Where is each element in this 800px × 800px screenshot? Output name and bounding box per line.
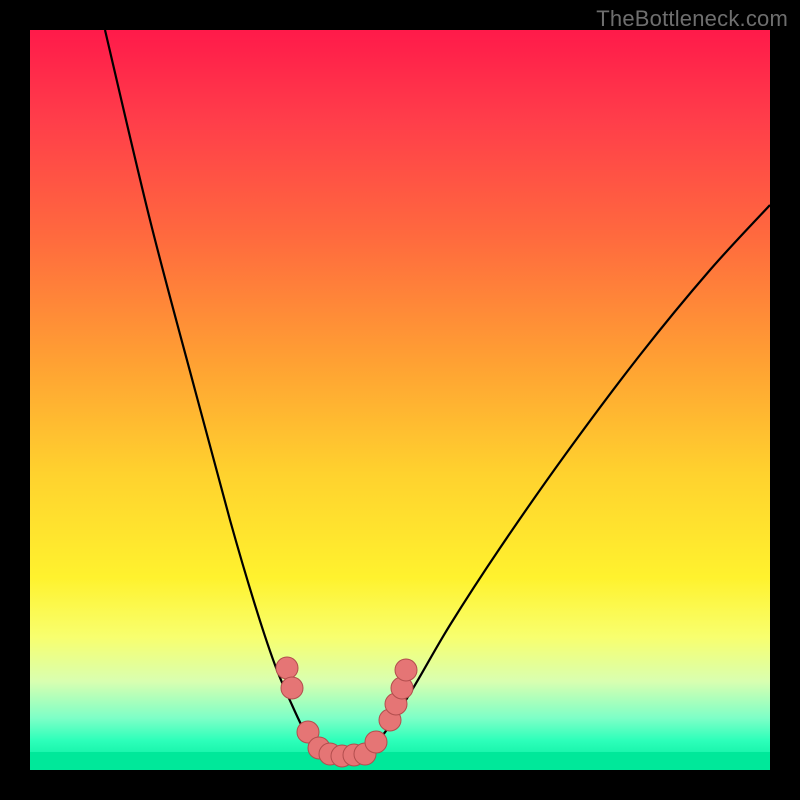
left-curve: [105, 30, 330, 754]
bead-group: [276, 657, 417, 767]
chart-svg: [30, 30, 770, 770]
bead-marker: [365, 731, 387, 753]
bead-marker: [281, 677, 303, 699]
chart-frame: [30, 30, 770, 770]
right-curve: [365, 205, 770, 754]
watermark-text: TheBottleneck.com: [596, 6, 788, 32]
bead-marker: [276, 657, 298, 679]
bead-marker: [395, 659, 417, 681]
